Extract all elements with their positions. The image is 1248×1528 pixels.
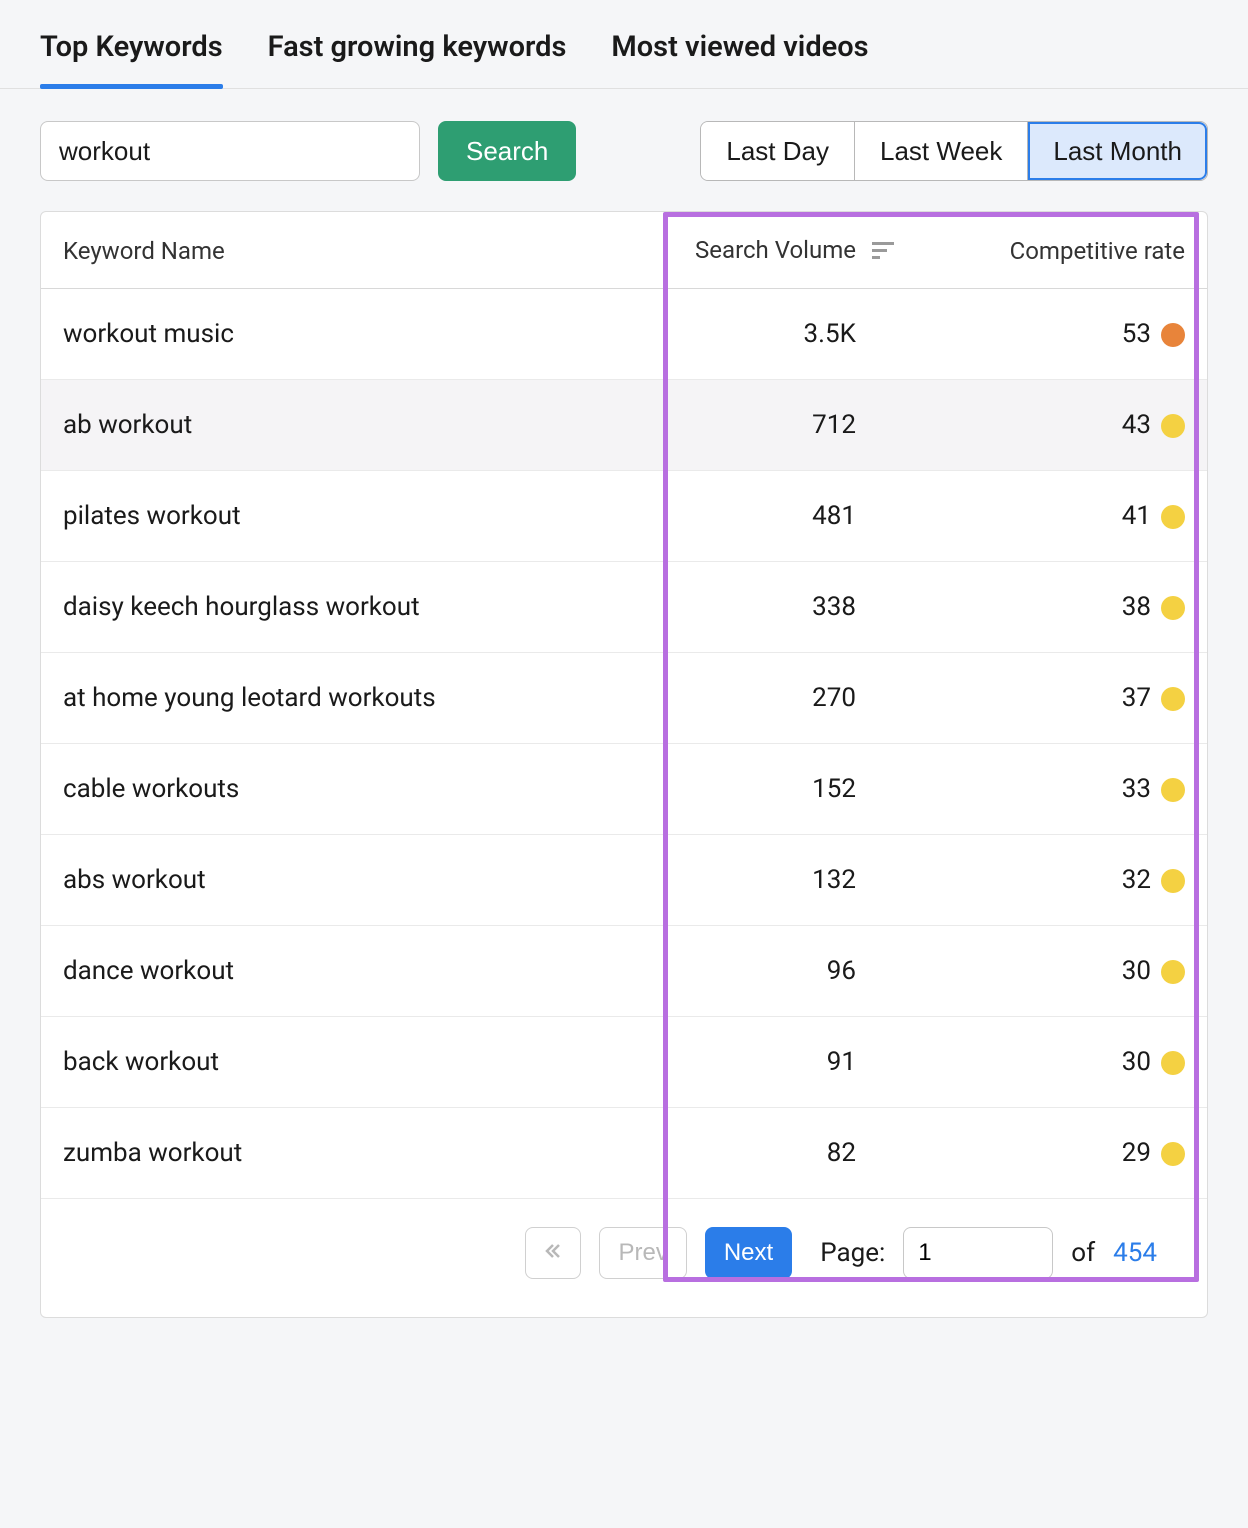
tabs-bar: Top Keywords Fast growing keywords Most … [0,0,1248,89]
cell-volume: 82 [594,1107,916,1198]
cell-volume: 3.5K [594,288,916,379]
keywords-table-wrap: Keyword Name Search Volume Competitive r… [40,211,1208,1318]
table-row[interactable]: at home young leotard workouts270 37 [41,652,1207,743]
table-header-row: Keyword Name Search Volume Competitive r… [41,212,1207,288]
period-last-month[interactable]: Last Month [1028,122,1207,180]
cell-keyword: zumba workout [41,1107,594,1198]
cell-volume: 91 [594,1016,916,1107]
cell-volume: 338 [594,561,916,652]
period-toggle: Last Day Last Week Last Month [700,121,1208,181]
competitive-rate-dot [1161,596,1185,620]
cell-keyword: pilates workout [41,470,594,561]
table-row[interactable]: abs workout132 32 [41,834,1207,925]
table-row[interactable]: dance workout96 30 [41,925,1207,1016]
cell-competitive-rate: 33 [916,743,1207,834]
cell-volume: 152 [594,743,916,834]
cell-keyword: daisy keech hourglass workout [41,561,594,652]
search-input[interactable] [40,121,420,181]
cell-keyword: workout music [41,288,594,379]
cell-keyword: ab workout [41,379,594,470]
cell-competitive-rate: 41 [916,470,1207,561]
competitive-rate-dot [1161,960,1185,984]
cell-competitive-rate: 38 [916,561,1207,652]
search-group: Search [40,121,576,181]
tab-top-keywords[interactable]: Top Keywords [40,30,223,88]
competitive-rate-value: 30 [1122,1047,1151,1077]
competitive-rate-value: 29 [1122,1138,1151,1168]
cell-competitive-rate: 43 [916,379,1207,470]
competitive-rate-value: 33 [1122,774,1151,804]
competitive-rate-dot [1161,1051,1185,1075]
pagination: Prev Next Page: of 454 [41,1199,1207,1287]
tab-fast-growing[interactable]: Fast growing keywords [268,30,567,88]
tab-most-viewed[interactable]: Most viewed videos [611,30,868,88]
competitive-rate-dot [1161,778,1185,802]
page-of-label: of [1071,1238,1095,1268]
table-row[interactable]: cable workouts152 33 [41,743,1207,834]
competitive-rate-dot [1161,505,1185,529]
cell-keyword: cable workouts [41,743,594,834]
cell-competitive-rate: 30 [916,1016,1207,1107]
competitive-rate-value: 41 [1122,501,1151,531]
pagination-next-button[interactable]: Next [705,1227,792,1279]
cell-keyword: abs workout [41,834,594,925]
cell-competitive-rate: 32 [916,834,1207,925]
table-row[interactable]: back workout91 30 [41,1016,1207,1107]
cell-keyword: at home young leotard workouts [41,652,594,743]
search-button[interactable]: Search [438,121,576,181]
competitive-rate-value: 32 [1122,865,1151,895]
chevron-double-left-icon [544,1242,562,1260]
pagination-first-button[interactable] [525,1227,581,1279]
competitive-rate-dot [1161,1142,1185,1166]
table-row[interactable]: zumba workout82 29 [41,1107,1207,1198]
competitive-rate-dot [1161,414,1185,438]
period-last-day[interactable]: Last Day [701,122,855,180]
competitive-rate-value: 38 [1122,592,1151,622]
cell-volume: 270 [594,652,916,743]
competitive-rate-dot [1161,869,1185,893]
cell-competitive-rate: 29 [916,1107,1207,1198]
sort-icon [872,238,894,266]
competitive-rate-value: 53 [1122,319,1151,349]
cell-keyword: back workout [41,1016,594,1107]
cell-keyword: dance workout [41,925,594,1016]
col-competitive-rate[interactable]: Competitive rate [916,212,1207,288]
col-search-volume[interactable]: Search Volume [594,212,916,288]
table-row[interactable]: ab workout712 43 [41,379,1207,470]
pagination-prev-button[interactable]: Prev [599,1227,686,1279]
competitive-rate-value: 37 [1122,683,1151,713]
cell-volume: 712 [594,379,916,470]
period-last-week[interactable]: Last Week [855,122,1028,180]
col-search-volume-label: Search Volume [695,236,856,264]
controls-bar: Search Last Day Last Week Last Month [0,89,1248,211]
keywords-table: Keyword Name Search Volume Competitive r… [41,212,1207,1199]
cell-volume: 481 [594,470,916,561]
page-total[interactable]: 454 [1113,1238,1157,1268]
table-row[interactable]: daisy keech hourglass workout338 38 [41,561,1207,652]
cell-volume: 132 [594,834,916,925]
competitive-rate-dot [1161,323,1185,347]
competitive-rate-dot [1161,687,1185,711]
cell-competitive-rate: 37 [916,652,1207,743]
cell-volume: 96 [594,925,916,1016]
competitive-rate-value: 43 [1122,410,1151,440]
col-keyword-name[interactable]: Keyword Name [41,212,594,288]
competitive-rate-value: 30 [1122,956,1151,986]
page-label: Page: [820,1238,885,1268]
cell-competitive-rate: 30 [916,925,1207,1016]
page-input[interactable] [903,1227,1053,1279]
cell-competitive-rate: 53 [916,288,1207,379]
table-row[interactable]: pilates workout481 41 [41,470,1207,561]
app-container: Top Keywords Fast growing keywords Most … [0,0,1248,1318]
table-row[interactable]: workout music3.5K 53 [41,288,1207,379]
